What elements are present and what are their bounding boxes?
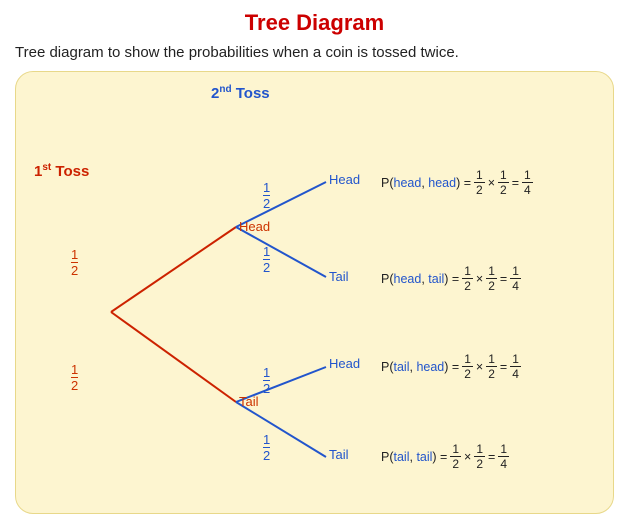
prob-head-head: P(head, head) = 1 2 × 1 2 = 1 4 (381, 168, 535, 197)
first-toss-lower-frac: 1 2 (71, 362, 78, 393)
subtitle: Tree diagram to show the probabilities w… (15, 44, 614, 61)
page-title: Tree Diagram (15, 10, 614, 36)
prob-tail-tail: P(tail, tail) = 1 2 × 1 2 = 1 4 (381, 442, 511, 471)
second-toss-uu-frac: 1 2 (263, 180, 270, 211)
prob-tail-head: P(tail, head) = 1 2 × 1 2 = 1 4 (381, 352, 523, 381)
second-toss-lu-frac: 1 2 (263, 365, 270, 396)
first-toss-upper-frac: 1 2 (71, 247, 78, 278)
second-toss-ll-frac: 1 2 (263, 432, 270, 463)
head-node-label: Head (239, 219, 270, 234)
page: Tree Diagram Tree diagram to show the pr… (0, 0, 629, 524)
end-tail-tail-label: Tail (329, 447, 349, 462)
end-tail-head-label: Head (329, 356, 360, 371)
end-head-tail-label: Tail (329, 269, 349, 284)
diagram-container: 2nd Toss 1st Toss 1 2 (15, 71, 614, 514)
second-toss-ul-frac: 1 2 (263, 244, 270, 275)
tree-svg (16, 72, 613, 513)
tail-node-label: Tail (239, 394, 259, 409)
end-head-head-label: Head (329, 172, 360, 187)
prob-head-tail: P(head, tail) = 1 2 × 1 2 = 1 4 (381, 264, 523, 293)
